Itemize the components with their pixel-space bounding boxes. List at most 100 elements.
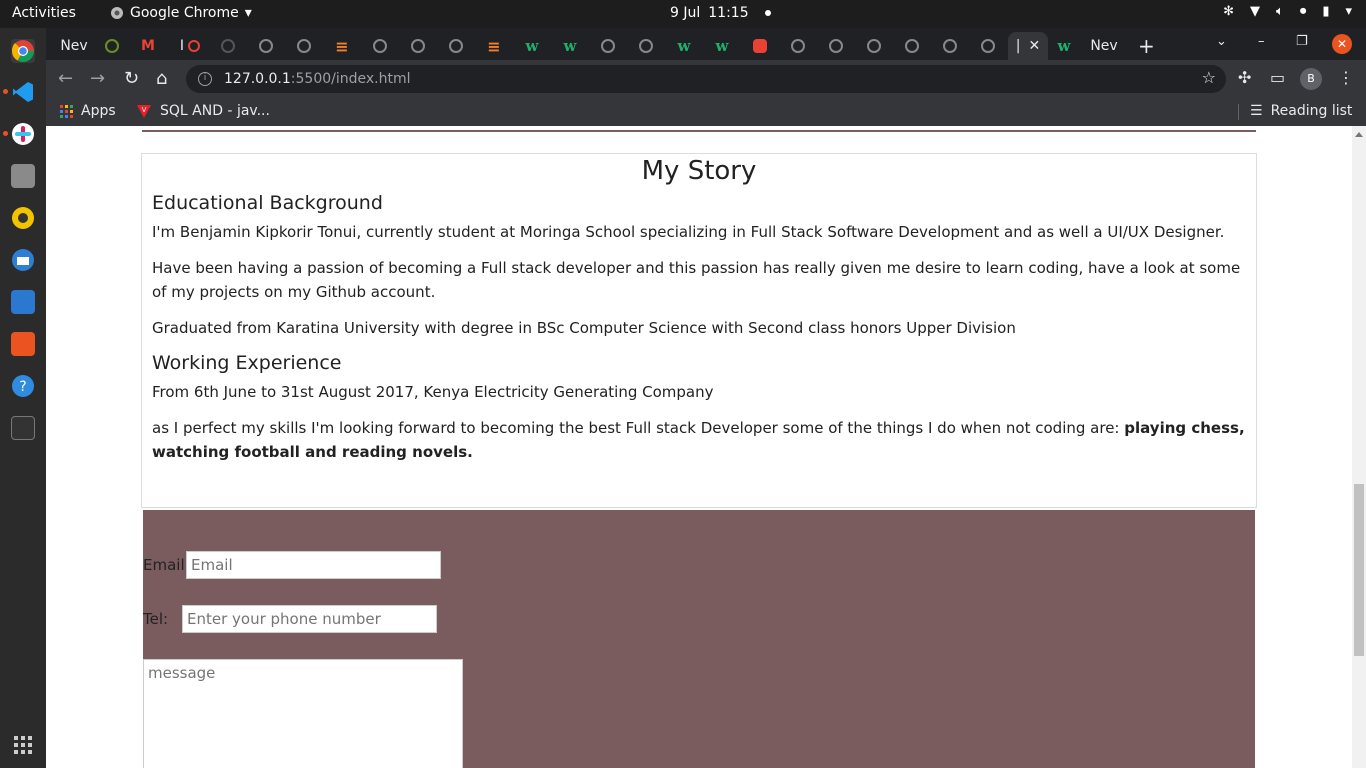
dock-vscode-icon[interactable] — [3, 80, 35, 104]
bookmark-sql[interactable]: V SQL AND - jav... — [136, 103, 270, 119]
clock[interactable]: 9 Jul 11:15 — [670, 5, 771, 21]
tab-generic[interactable] — [408, 32, 428, 60]
tab-recording[interactable]: I — [176, 32, 204, 60]
w-icon: w — [1057, 37, 1071, 55]
tab-w[interactable]: w — [560, 32, 580, 60]
tab-red[interactable] — [750, 32, 770, 60]
show-applications-icon[interactable] — [14, 736, 32, 754]
tab-generic[interactable] — [826, 32, 846, 60]
dock-software-icon[interactable] — [11, 332, 35, 356]
tab-w[interactable]: w — [674, 32, 694, 60]
tab-generic[interactable] — [598, 32, 618, 60]
site-info-icon[interactable]: i — [198, 72, 212, 86]
tab-generic[interactable] — [940, 32, 960, 60]
tab-w[interactable]: w — [522, 32, 542, 60]
activities-button[interactable]: Activities — [12, 5, 76, 21]
bookmarks-bar: Apps V SQL AND - jav... ☰ Reading list — [46, 98, 1366, 126]
app-menu[interactable]: Google Chrome ▾ — [110, 5, 252, 21]
dock-chrome-icon[interactable] — [11, 39, 35, 63]
reading-list-button[interactable]: ☰ Reading list — [1250, 103, 1352, 119]
forward-icon[interactable]: → — [90, 68, 105, 89]
volume-icon[interactable]: 🔈︎ — [1276, 4, 1284, 19]
url-host: 127.0.0.1 — [224, 71, 291, 87]
tab-search-icon[interactable]: ⌄ — [1216, 34, 1227, 49]
w-icon: w — [677, 37, 691, 55]
menu-kebab-icon[interactable]: ⋮ — [1338, 68, 1354, 87]
gmail-icon: M — [141, 38, 155, 54]
microphone-icon[interactable]: ⏺︎ — [1300, 4, 1307, 19]
gnome-top-bar: Activities Google Chrome ▾ 9 Jul 11:15 ✻… — [0, 0, 1366, 28]
tab-active[interactable]: | ✕ — [1008, 32, 1048, 60]
education-paragraph-3: Graduated from Karatina University with … — [152, 319, 1016, 337]
dock-thunderbird-icon[interactable] — [11, 248, 35, 272]
slack-tray-icon[interactable]: ✻ — [1223, 4, 1234, 19]
work-heading: Working Experience — [152, 352, 342, 374]
tab-stackoverflow[interactable]: ≡ — [484, 32, 504, 60]
reading-list-label: Reading list — [1270, 103, 1353, 119]
dock-terminal-icon[interactable] — [11, 416, 35, 440]
tab-generic[interactable] — [446, 32, 466, 60]
tab-github[interactable] — [218, 32, 238, 60]
bookmarks-divider — [1238, 104, 1239, 120]
email-input[interactable] — [186, 551, 441, 579]
tab-w[interactable]: w — [712, 32, 732, 60]
page-viewport: My Story Educational Background I'm Benj… — [46, 126, 1352, 768]
browser-toolbar: ← → ↻ ⌂ i 127.0.0.1:5500/index.html ☆ ✣ … — [46, 60, 1366, 98]
my-story-section: My Story Educational Background I'm Benj… — [141, 153, 1257, 508]
tel-input[interactable] — [182, 605, 437, 633]
dock-writer-icon[interactable] — [11, 290, 35, 314]
chevron-down-icon: ▾ — [244, 5, 252, 21]
contact-form: Email: Tel: — [143, 510, 1255, 768]
dock-help-icon[interactable]: ? — [11, 374, 35, 398]
education-paragraph-1: I'm Benjamin Kipkorir Tonui, currently s… — [152, 223, 1225, 241]
power-menu-icon[interactable]: ▾ — [1345, 4, 1352, 19]
scroll-up-icon[interactable] — [1355, 132, 1363, 137]
back-icon[interactable]: ← — [58, 68, 73, 89]
profile-avatar[interactable]: B — [1300, 68, 1322, 90]
bookmark-apps[interactable]: Apps — [60, 103, 116, 119]
tab-new-tab[interactable]: Nev — [1090, 32, 1118, 60]
tab-favicon[interactable] — [102, 32, 122, 60]
tab-generic[interactable] — [370, 32, 390, 60]
address-bar[interactable]: i 127.0.0.1:5500/index.html ☆ — [186, 65, 1226, 93]
cast-icon[interactable]: ▭ — [1270, 68, 1285, 87]
window-close-icon[interactable]: ✕ — [1332, 34, 1352, 54]
page-scrollbar[interactable] — [1352, 126, 1366, 768]
w-icon: w — [525, 37, 539, 55]
tab-generic[interactable] — [636, 32, 656, 60]
education-paragraph-2: Have been having a passion of becoming a… — [152, 259, 1241, 301]
minimize-icon[interactable]: – — [1258, 34, 1265, 49]
date-text: 9 Jul — [670, 5, 701, 21]
reload-icon[interactable]: ↻ — [124, 68, 139, 89]
battery-icon[interactable]: ▮ — [1322, 4, 1329, 19]
bookmark-star-icon[interactable]: ☆ — [1202, 68, 1216, 87]
tab-generic[interactable] — [788, 32, 808, 60]
bookmark-sql-label: SQL AND - jav... — [160, 103, 270, 119]
system-tray[interactable]: ✻ ▼ 🔈︎ ⏺︎ ▮ ▾ — [1223, 4, 1352, 19]
message-textarea[interactable] — [143, 659, 463, 768]
dock-slack-icon[interactable] — [3, 122, 35, 146]
scrollbar-thumb[interactable] — [1354, 484, 1364, 656]
chrome-icon — [111, 7, 123, 19]
stackoverflow-icon: ≡ — [487, 36, 501, 56]
tab-generic[interactable] — [864, 32, 884, 60]
restore-icon[interactable]: ❐ — [1296, 34, 1308, 49]
tab-generic[interactable] — [256, 32, 276, 60]
education-heading: Educational Background — [152, 192, 383, 214]
tab-generic[interactable] — [978, 32, 998, 60]
extensions-icon[interactable]: ✣ — [1238, 68, 1251, 87]
wifi-icon[interactable]: ▼ — [1250, 4, 1260, 19]
tab-stackoverflow[interactable]: ≡ — [332, 32, 352, 60]
home-icon[interactable]: ⌂ — [156, 68, 167, 89]
tab-gmail[interactable]: M — [138, 32, 158, 60]
tab-new-tab[interactable]: Nev — [60, 32, 88, 60]
tab-generic[interactable] — [294, 32, 314, 60]
tab-generic[interactable] — [902, 32, 922, 60]
work-paragraph-1: From 6th June to 31st August 2017, Kenya… — [152, 383, 714, 401]
dock-files-icon[interactable] — [11, 164, 35, 188]
close-tab-icon[interactable]: ✕ — [1028, 38, 1040, 54]
dock-rhythmbox-icon[interactable] — [11, 206, 35, 230]
tab-w[interactable]: w — [1054, 32, 1074, 60]
tab-strip: Nev M I ≡ ≡ w w w w | ✕ w Nev + ⌄ – ❐ ✕ — [46, 28, 1366, 60]
new-tab-button[interactable]: + — [1138, 34, 1155, 58]
